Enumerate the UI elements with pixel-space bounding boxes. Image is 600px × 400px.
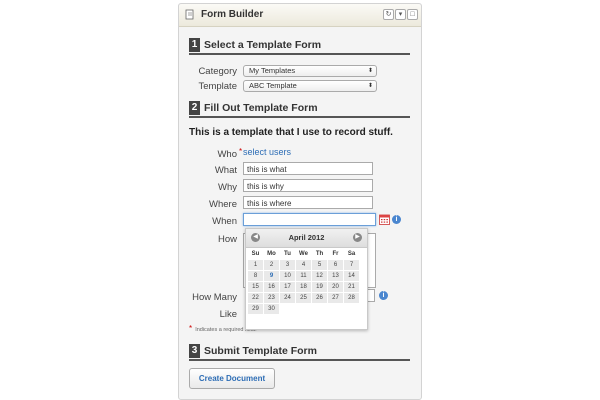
- calendar-day[interactable]: 28: [344, 293, 359, 303]
- required-marker: *: [239, 147, 243, 156]
- section-title: Submit Template Form: [204, 345, 317, 357]
- why-label: Why: [218, 182, 237, 193]
- section-title: Fill Out Template Form: [204, 102, 318, 114]
- when-date-input[interactable]: [243, 213, 376, 226]
- why-input[interactable]: this is why: [243, 179, 373, 192]
- calendar-empty-cell: [344, 304, 359, 314]
- category-select[interactable]: My Templates ⬍: [243, 65, 377, 77]
- select-users-link[interactable]: select users: [243, 147, 291, 157]
- calendar-month-title: April 2012: [288, 233, 325, 242]
- calendar-day[interactable]: 25: [296, 293, 311, 303]
- create-document-button[interactable]: Create Document: [189, 368, 275, 389]
- calendar-day[interactable]: 3: [280, 260, 295, 270]
- template-value: ABC Template: [249, 81, 297, 90]
- where-input[interactable]: this is where: [243, 196, 373, 209]
- calendar-day[interactable]: 2: [264, 260, 279, 270]
- calendar-empty-cell: [312, 304, 327, 314]
- calendar-day[interactable]: 1: [248, 260, 263, 270]
- calendar-day[interactable]: 19: [312, 282, 327, 292]
- weekday-label: Fr: [328, 249, 343, 259]
- weekday-label: Th: [312, 249, 327, 259]
- calendar-day[interactable]: 23: [264, 293, 279, 303]
- calendar-day[interactable]: 6: [328, 260, 343, 270]
- calendar-week-row: 22 23 24 25 26 27 28: [248, 293, 360, 304]
- who-label: Who: [157, 149, 237, 160]
- required-marker: *: [189, 324, 193, 333]
- when-label: When: [212, 216, 237, 227]
- title-bar: Form Builder ↻ ▾ □: [179, 4, 421, 27]
- how-label: How: [217, 234, 237, 245]
- calendar-empty-cell: [280, 304, 295, 314]
- calendar-empty-cell: [296, 304, 311, 314]
- document-icon: [185, 9, 194, 20]
- section-title: Select a Template Form: [204, 39, 322, 51]
- who-label-text: Who: [217, 149, 237, 160]
- section-number: 1: [189, 38, 200, 52]
- category-value: My Templates: [249, 66, 296, 75]
- info-icon[interactable]: i: [379, 291, 388, 300]
- calendar-day[interactable]: 29: [248, 304, 263, 314]
- calendar-day[interactable]: 26: [312, 293, 327, 303]
- calendar-weekday-row: Su Mo Tu We Th Fr Sa: [248, 249, 360, 260]
- what-input[interactable]: this is what: [243, 162, 373, 175]
- calendar-day[interactable]: 24: [280, 293, 295, 303]
- calendar-day[interactable]: 5: [312, 260, 327, 270]
- calendar-day[interactable]: 12: [312, 271, 327, 281]
- calendar-day[interactable]: 9: [264, 271, 279, 281]
- like-label: Like: [219, 309, 237, 320]
- how-many-input[interactable]: [367, 289, 375, 302]
- category-label: Category: [198, 66, 237, 77]
- info-icon[interactable]: i: [392, 215, 401, 224]
- section-number: 3: [189, 344, 200, 358]
- how-many-label: How Many: [192, 292, 237, 303]
- where-label: Where: [209, 199, 237, 210]
- section-3-header: 3 Submit Template Form: [189, 344, 410, 361]
- calendar-day[interactable]: 13: [328, 271, 343, 281]
- calendar-day[interactable]: 7: [344, 260, 359, 270]
- section-number: 2: [189, 101, 200, 115]
- calendar-day[interactable]: 15: [248, 282, 263, 292]
- weekday-label: Su: [248, 249, 263, 259]
- calendar-day[interactable]: 14: [344, 271, 359, 281]
- select-arrows-icon: ⬍: [367, 68, 373, 74]
- calendar-day[interactable]: 27: [328, 293, 343, 303]
- select-arrows-icon: ⬍: [367, 83, 373, 89]
- calendar-empty-cell: [328, 304, 343, 314]
- weekday-label: Sa: [344, 249, 359, 259]
- refresh-button[interactable]: ↻: [383, 9, 394, 20]
- weekday-label: Tu: [280, 249, 295, 259]
- calendar-day[interactable]: 8: [248, 271, 263, 281]
- next-month-icon[interactable]: ▶: [353, 233, 362, 242]
- calendar-week-row: 1234567: [248, 260, 360, 271]
- calendar-day[interactable]: 10: [280, 271, 295, 281]
- calendar-day[interactable]: 20: [328, 282, 343, 292]
- maximize-button[interactable]: □: [407, 9, 418, 20]
- weekday-label: We: [296, 249, 311, 259]
- calendar-week-row: 8 9 10 11 12 13 14: [248, 271, 360, 282]
- date-picker-popup: ◀ April 2012 ▶ Su Mo Tu We Th Fr Sa 1 2 3 4 5 6 7 8 9 10…: [245, 228, 368, 330]
- section-1-header: 1 Select a Template Form: [189, 38, 410, 55]
- calendar-day[interactable]: 21: [344, 282, 359, 292]
- section-2-header: 2 Fill Out Template Form: [189, 101, 410, 118]
- window-title: Form Builder: [201, 9, 264, 20]
- calendar-icon[interactable]: [379, 214, 390, 225]
- form-description: This is a template that I use to record …: [189, 127, 393, 138]
- calendar-day[interactable]: 30: [264, 304, 279, 314]
- form-builder-panel: Form Builder ↻ ▾ □ 1 Select a Template F…: [178, 3, 422, 400]
- template-select[interactable]: ABC Template ⬍: [243, 80, 377, 92]
- calendar-day[interactable]: 4: [296, 260, 311, 270]
- template-label: Template: [198, 81, 237, 92]
- what-label: What: [214, 165, 237, 176]
- calendar-week-row: 29 30: [248, 304, 360, 315]
- weekday-label: Mo: [264, 249, 279, 259]
- calendar-day[interactable]: 18: [296, 282, 311, 292]
- calendar-day[interactable]: 17: [280, 282, 295, 292]
- calendar-week-row: 15 16 17 18 19 20 21: [248, 282, 360, 293]
- calendar-day[interactable]: 22: [248, 293, 263, 303]
- collapse-button[interactable]: ▾: [395, 9, 406, 20]
- calendar-header: ◀ April 2012 ▶: [246, 229, 367, 248]
- calendar-grid: Su Mo Tu We Th Fr Sa 1 2 3 4 5 6 7 8 9 10 11 12 13 14 15 16 17 1…: [248, 249, 360, 315]
- calendar-day[interactable]: 11: [296, 271, 311, 281]
- calendar-day[interactable]: 16: [264, 282, 279, 292]
